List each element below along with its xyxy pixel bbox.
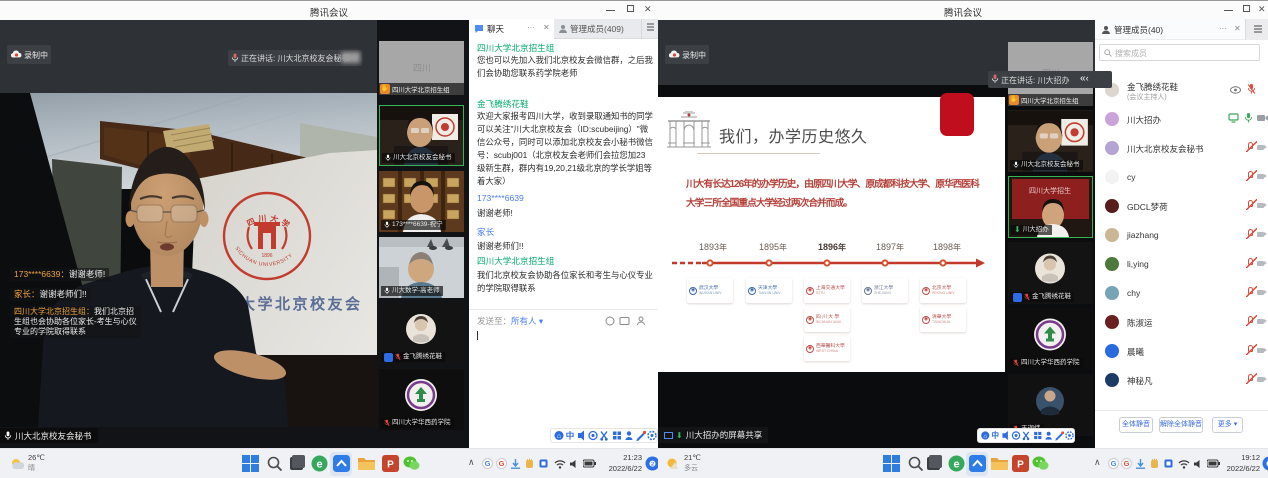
svg-text:e: e <box>316 459 322 471</box>
svg-text:G: G <box>485 459 491 468</box>
svg-text:P: P <box>387 460 394 471</box>
svg-text:G: G <box>1111 459 1117 468</box>
svg-text:e: e <box>953 459 959 471</box>
svg-text:P: P <box>1017 460 1024 471</box>
svg-text:中: 中 <box>566 431 575 441</box>
svg-text:G: G <box>499 459 505 468</box>
svg-text:⌂: ⌂ <box>983 433 987 440</box>
svg-text:❷: ❷ <box>649 460 656 469</box>
svg-text:中: 中 <box>991 430 999 440</box>
svg-text:G: G <box>1124 459 1130 468</box>
svg-text:1896: 1896 <box>261 253 272 259</box>
svg-text:四川大学招生: 四川大学招生 <box>1029 186 1071 195</box>
svg-text:⌂: ⌂ <box>557 433 561 440</box>
